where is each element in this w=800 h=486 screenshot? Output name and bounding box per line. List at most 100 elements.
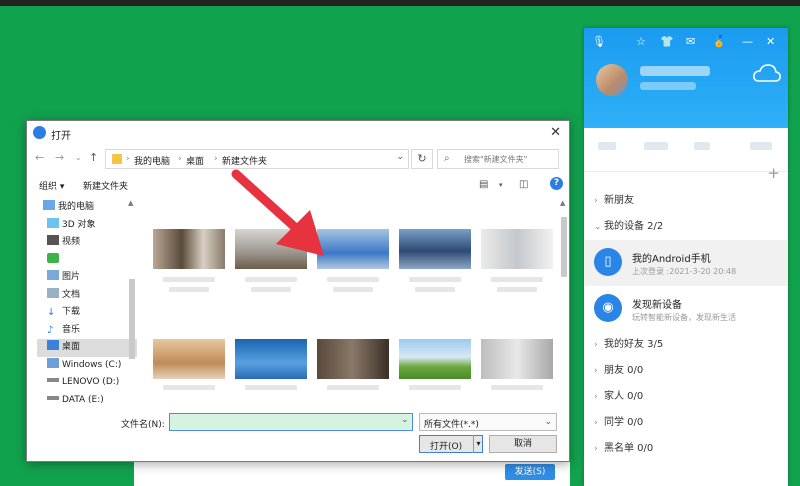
group-my-friends[interactable]: › 我的好友 3/5 <box>584 332 788 358</box>
nav-item-videos[interactable]: 视频 <box>37 234 137 252</box>
contact-list: › 新朋友 ⌄ 我的设备 2/2 ▯ 我的Android手机 上次登录 :2021-… <box>584 188 788 462</box>
close-button[interactable]: ✕ <box>766 36 775 48</box>
nav-item-my-computer[interactable]: 我的电脑 <box>37 199 137 217</box>
minimize-button[interactable]: — <box>742 36 753 48</box>
chevron-down-icon: ⌄ <box>544 417 552 427</box>
filename-input[interactable] <box>169 413 413 431</box>
filename-label: 文件名(N): <box>121 420 165 430</box>
chevron-right-icon: › <box>594 366 598 376</box>
file-name-blurred <box>409 277 461 282</box>
tab-space[interactable] <box>694 142 710 150</box>
chevron-right-icon: › <box>594 340 598 350</box>
breadcrumb-my-computer[interactable]: 我的电脑 <box>134 154 170 167</box>
group-new-friends[interactable]: › 新朋友 <box>584 188 788 214</box>
mail-icon[interactable]: ✉ <box>686 36 695 48</box>
up-icon[interactable]: ↑ <box>89 151 98 164</box>
group-family[interactable]: › 家人 0/0 <box>584 384 788 410</box>
scroll-up-icon[interactable]: ▲ <box>560 199 565 207</box>
qq-main-panel: 🎙 ☆ 👕 ✉ 🏅 — ✕ + › 新朋友 ⌄ 我的设备 2/2 ▯ 我的Andro <box>584 28 788 486</box>
star-icon[interactable]: ☆ <box>636 36 646 48</box>
cloud-icon[interactable] <box>752 62 782 84</box>
back-icon[interactable]: ← <box>35 151 44 164</box>
shirt-icon[interactable]: 👕 <box>660 36 674 48</box>
chevron-down-icon: ⌄ <box>594 222 602 232</box>
files-scrollbar[interactable]: ▲ <box>559 199 569 409</box>
folder-icon <box>112 154 122 164</box>
send-button[interactable]: 发送(S) <box>505 464 555 480</box>
nav-item-drive-d[interactable]: LENOVO (D:) <box>37 374 137 392</box>
tab-apps[interactable] <box>750 142 772 150</box>
wechat-icon <box>47 252 59 263</box>
file-name-blurred <box>327 277 379 282</box>
nav-item-wechat[interactable] <box>37 252 137 270</box>
file-thumbnail[interactable] <box>399 339 471 379</box>
tab-messages[interactable] <box>598 142 616 150</box>
view-dropdown-icon[interactable]: ▾ <box>499 181 503 189</box>
group-blacklist[interactable]: › 黑名单 0/0 <box>584 436 788 462</box>
file-thumbnail[interactable] <box>399 229 471 269</box>
qq-header: 🎙 ☆ 👕 ✉ 🏅 — ✕ <box>584 28 788 128</box>
forward-icon[interactable]: → <box>55 151 64 164</box>
chevron-down-icon[interactable]: ⌄ <box>401 415 409 425</box>
nav-item-music[interactable]: ♪ 音乐 <box>37 322 137 340</box>
preview-pane-icon[interactable]: ◫ <box>519 179 528 190</box>
group-classmates[interactable]: › 同学 0/0 <box>584 410 788 436</box>
nav-item-drive-c[interactable]: Windows (C:) <box>37 357 137 375</box>
group-friends[interactable]: › 朋友 0/0 <box>584 358 788 384</box>
help-icon[interactable]: ? <box>550 177 563 190</box>
file-name-blurred <box>409 385 461 390</box>
file-name-blurred <box>245 277 297 282</box>
nav-item-desktop[interactable]: 桌面 <box>37 339 137 357</box>
nav-item-pictures[interactable]: 图片 <box>37 269 137 287</box>
file-thumbnail[interactable] <box>153 339 225 379</box>
nav-item-3d-objects[interactable]: 3D 对象 <box>37 217 137 235</box>
dialog-title-bar: 打开 ✕ <box>27 121 569 145</box>
qq-app-icon <box>33 126 46 139</box>
file-name-blurred <box>245 385 297 390</box>
open-dropdown-icon[interactable]: ▾ <box>473 435 483 453</box>
scroll-thumb[interactable] <box>129 279 135 359</box>
file-type-select[interactable]: 所有文件(*.*) ⌄ <box>419 413 557 431</box>
file-name-blurred <box>163 385 215 390</box>
address-bar[interactable]: › 我的电脑 › 桌面 › 新建文件夹 ⌄ <box>105 149 409 169</box>
computer-icon <box>43 200 55 210</box>
search-box[interactable]: ⌕ 搜索"新建文件夹" <box>437 149 559 169</box>
mic-icon[interactable]: 🎙 <box>592 36 606 48</box>
file-thumbnail[interactable] <box>481 229 553 269</box>
cancel-button[interactable]: 取消 <box>489 435 557 453</box>
add-contact-button[interactable]: + <box>767 164 780 182</box>
avatar[interactable] <box>596 64 628 96</box>
recent-dropdown-icon[interactable]: ⌄ <box>75 153 82 162</box>
scroll-thumb[interactable] <box>561 217 567 277</box>
file-thumbnail[interactable] <box>317 339 389 379</box>
close-icon[interactable]: ✕ <box>550 125 561 140</box>
file-name-blurred <box>491 385 543 390</box>
device-discover-new[interactable]: ◉ 发现新设备 玩转智能新设备，发现新生活 <box>584 286 788 332</box>
drive-icon <box>47 378 59 382</box>
file-thumbnail[interactable] <box>481 339 553 379</box>
nav-item-documents[interactable]: 文档 <box>37 287 137 305</box>
new-folder-button[interactable]: 新建文件夹 <box>83 179 128 192</box>
medal-icon[interactable]: 🏅 <box>712 36 726 48</box>
chevron-down-icon[interactable]: ⌄ <box>396 152 404 162</box>
device-android-phone[interactable]: ▯ 我的Android手机 上次登录 :2021-3-20 20:48 <box>584 240 788 286</box>
tab-contacts[interactable] <box>644 142 668 150</box>
file-thumbnail[interactable] <box>153 229 225 269</box>
chevron-right-icon: › <box>178 154 182 164</box>
breadcrumb-desktop[interactable]: 桌面 <box>186 154 204 167</box>
nav-item-downloads[interactable]: ↓ 下载 <box>37 304 137 322</box>
breadcrumb-new-folder[interactable]: 新建文件夹 <box>222 154 267 167</box>
nav-item-drive-e[interactable]: DATA (E:) <box>37 392 137 410</box>
video-icon <box>47 235 59 245</box>
nav-scrollbar[interactable]: ▲ <box>127 199 137 409</box>
refresh-button[interactable]: ↻ <box>411 149 433 169</box>
file-name-blurred <box>163 277 215 282</box>
view-mode-icon[interactable]: ▤ <box>479 179 488 190</box>
chevron-right-icon: › <box>126 154 130 164</box>
group-my-devices[interactable]: ⌄ 我的设备 2/2 <box>584 214 788 240</box>
file-thumbnail[interactable] <box>235 339 307 379</box>
chevron-right-icon: › <box>214 154 218 164</box>
scroll-up-icon[interactable]: ▲ <box>128 199 133 207</box>
organize-menu[interactable]: 组织 ▾ <box>39 179 64 192</box>
music-icon: ♪ <box>47 324 54 336</box>
